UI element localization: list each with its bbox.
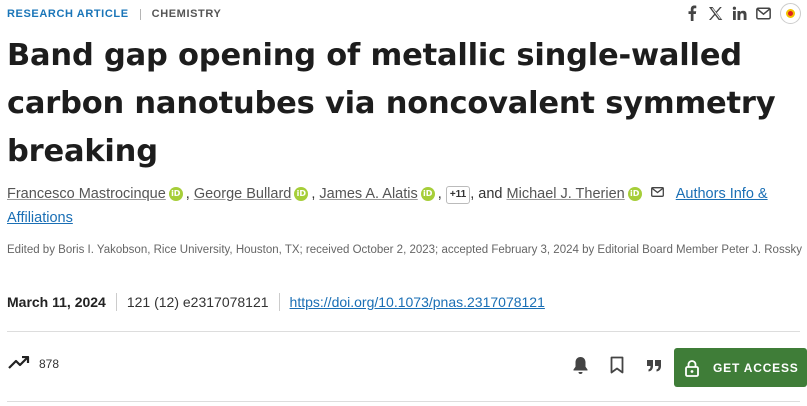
- edited-by-text: Edited by Boris I. Yakobson, Rice Univer…: [7, 244, 802, 256]
- publication-date: March 11, 2024: [7, 294, 106, 310]
- check-for-updates-icon[interactable]: [780, 2, 801, 24]
- meta-divider: [278, 293, 280, 311]
- author-list: Francesco Mastrocinque iD, George Bullard…: [7, 181, 797, 230]
- get-access-button[interactable]: GET ACCESS: [674, 348, 807, 387]
- email-icon[interactable]: [756, 6, 771, 21]
- lock-icon: [685, 359, 699, 377]
- article-actions: [571, 355, 663, 375]
- divider: [7, 401, 800, 402]
- header-divider: [139, 8, 141, 20]
- metrics-button[interactable]: 878: [8, 355, 60, 372]
- author-link[interactable]: James A. Alatis: [319, 186, 417, 202]
- article-header-bar: RESEARCH ARTICLE CHEMISTRY: [7, 7, 221, 21]
- author-link[interactable]: Michael J. Therien: [507, 186, 625, 202]
- x-icon[interactable]: [708, 6, 723, 21]
- article-type-label[interactable]: RESEARCH ARTICLE: [7, 8, 129, 20]
- divider: [7, 331, 800, 332]
- author-link[interactable]: George Bullard: [194, 186, 292, 202]
- facebook-icon[interactable]: [684, 5, 699, 21]
- article-title: Band gap opening of metallic single-wall…: [7, 38, 776, 169]
- doi-link[interactable]: https://doi.org/10.1073/pnas.2317078121: [290, 294, 545, 310]
- citation-info: 121 (12) e2317078121: [126, 294, 269, 310]
- more-authors-button[interactable]: +11: [445, 186, 471, 204]
- metrics-count: 878: [39, 357, 60, 371]
- quote-icon[interactable]: [645, 355, 663, 375]
- author-link[interactable]: Francesco Mastrocinque: [7, 186, 166, 202]
- bell-icon[interactable]: [571, 355, 589, 375]
- orcid-icon[interactable]: iD: [168, 187, 183, 201]
- linkedin-icon[interactable]: [732, 6, 747, 21]
- bookmark-icon[interactable]: [608, 355, 626, 375]
- orcid-icon[interactable]: iD: [627, 187, 642, 201]
- orcid-icon[interactable]: iD: [420, 187, 435, 201]
- author-conjunction: , and: [470, 186, 503, 202]
- meta-divider: [115, 293, 117, 311]
- subject-label[interactable]: CHEMISTRY: [152, 8, 222, 20]
- publication-meta: March 11, 2024 121 (12) e2317078121 http…: [7, 292, 545, 312]
- get-access-label: GET ACCESS: [713, 360, 799, 375]
- corresponding-author-email-icon[interactable]: [650, 181, 664, 205]
- orcid-icon[interactable]: iD: [294, 187, 309, 201]
- trending-up-icon: [8, 355, 30, 372]
- share-bar: [684, 2, 801, 24]
